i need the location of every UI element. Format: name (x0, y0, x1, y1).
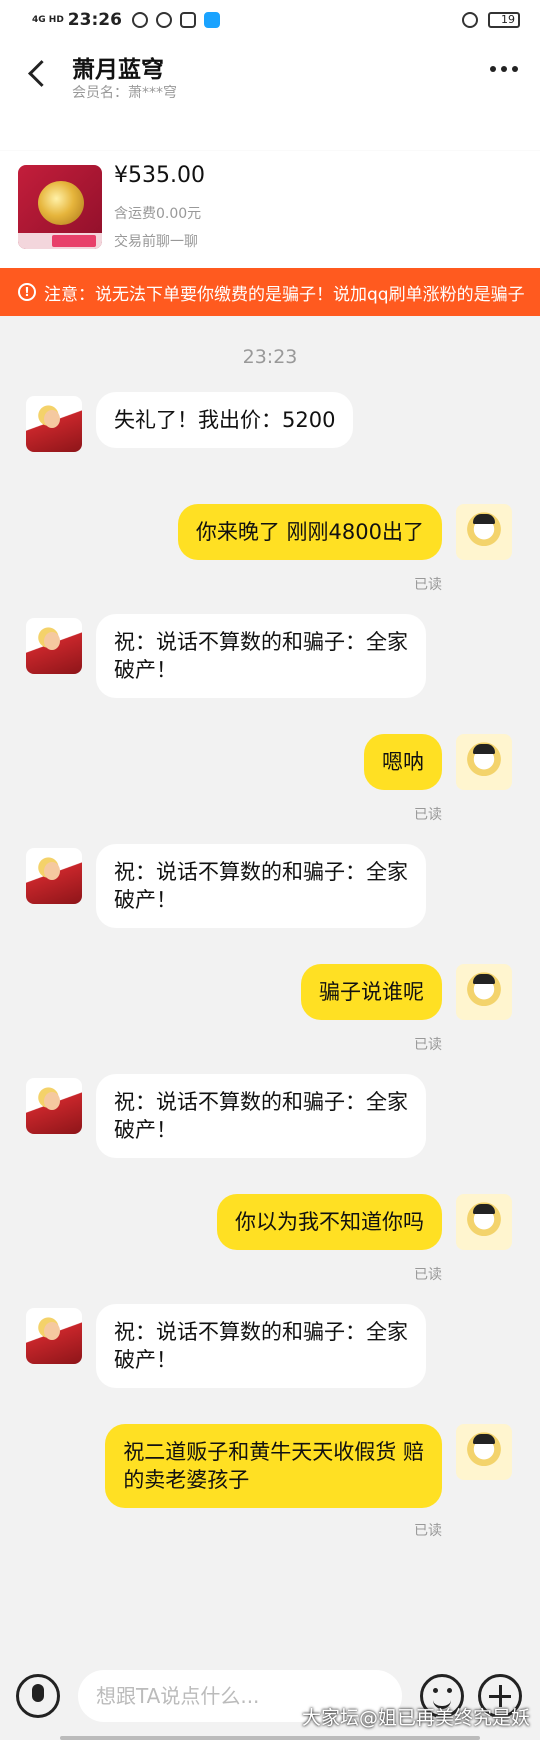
product-card[interactable]: ¥535.00 含运费0.00元 交易前聊一聊 (0, 150, 540, 268)
app-notification-icon (179, 12, 196, 28)
message-bubble-outgoing[interactable]: 嗯呐 (364, 734, 442, 790)
my-avatar[interactable] (456, 1194, 512, 1250)
message-bubble-outgoing[interactable]: 祝二道贩子和黄牛天天收假货 赔 的卖老婆孩子 (105, 1424, 442, 1508)
my-avatar[interactable] (456, 734, 512, 790)
contact-name: 萧月蓝穹 (72, 57, 164, 83)
message-bubble-incoming[interactable]: 祝：说话不算数的和骗子：全家 破产！ (96, 1304, 426, 1388)
network-indicator: 4G HD (32, 14, 64, 25)
read-receipt: 已读 (414, 1523, 442, 1539)
chat-header: 萧月蓝穹 会员名：萧***穹 (0, 40, 540, 150)
notification-icon (131, 12, 148, 28)
seller-avatar[interactable] (26, 396, 82, 452)
message-bubble-incoming[interactable]: 祝：说话不算数的和骗子：全家 破产！ (96, 614, 426, 698)
read-receipt: 已读 (414, 1267, 442, 1283)
chat-area: 23:23 失礼了！我出价：5200 你来晚了 刚刚4800出了 已读 祝：说话… (0, 316, 540, 1546)
message-bubble-outgoing[interactable]: 你以为我不知道你吗 (217, 1194, 442, 1250)
my-avatar[interactable] (456, 1424, 512, 1480)
chat-notification-icon (155, 12, 172, 28)
read-receipt: 已读 (414, 807, 442, 823)
seller-avatar[interactable] (26, 618, 82, 674)
home-indicator (60, 1736, 480, 1740)
message-bubble-outgoing[interactable]: 你来晚了 刚刚4800出了 (177, 504, 442, 560)
more-options-icon[interactable] (490, 66, 518, 72)
warning-text: 注意：说无法下单要你缴费的是骗子！说加qq刷单涨粉的是骗子 (44, 284, 525, 305)
seller-avatar[interactable] (26, 1308, 82, 1364)
chat-timestamp: 23:23 (242, 346, 298, 368)
input-bar: 想跟TA说点什么... 大家坛@姐已再美终究是妖 (0, 1658, 540, 1740)
product-price: ¥535.00 (114, 163, 205, 188)
chat-before-trade-label: 交易前聊一聊 (114, 234, 198, 250)
message-bubble-incoming[interactable]: 祝：说话不算数的和骗子：全家 破产！ (96, 844, 426, 928)
status-time: 23:26 (67, 10, 122, 30)
message-bubble-outgoing[interactable]: 骗子说谁呢 (301, 964, 442, 1020)
read-receipt: 已读 (414, 1037, 442, 1053)
message-bubble-incoming[interactable]: 失礼了！我出价：5200 (96, 392, 354, 448)
seller-avatar[interactable] (26, 1078, 82, 1134)
back-button[interactable] (22, 56, 52, 96)
my-avatar[interactable] (456, 504, 512, 560)
voice-input-icon[interactable] (16, 1674, 60, 1718)
read-receipt: 已读 (414, 577, 442, 593)
member-name: 会员名：萧***穹 (72, 85, 177, 101)
alarm-icon (462, 12, 478, 28)
message-bubble-incoming[interactable]: 祝：说话不算数的和骗子：全家 破产！ (96, 1074, 426, 1158)
status-bar: 4G HD 23:26 19 (0, 0, 540, 40)
my-avatar[interactable] (456, 964, 512, 1020)
shipping-info: 含运费0.00元 (114, 206, 202, 222)
alipay-notification-icon (203, 12, 220, 28)
warning-icon: ! (18, 283, 36, 301)
battery-indicator: 19 (488, 12, 520, 28)
watermark: 大家坛@姐已再美终究是妖 (301, 1707, 530, 1729)
scam-warning-banner: ! 注意：说无法下单要你缴费的是骗子！说加qq刷单涨粉的是骗子 (0, 268, 540, 316)
product-thumbnail[interactable] (18, 165, 102, 249)
seller-avatar[interactable] (26, 848, 82, 904)
